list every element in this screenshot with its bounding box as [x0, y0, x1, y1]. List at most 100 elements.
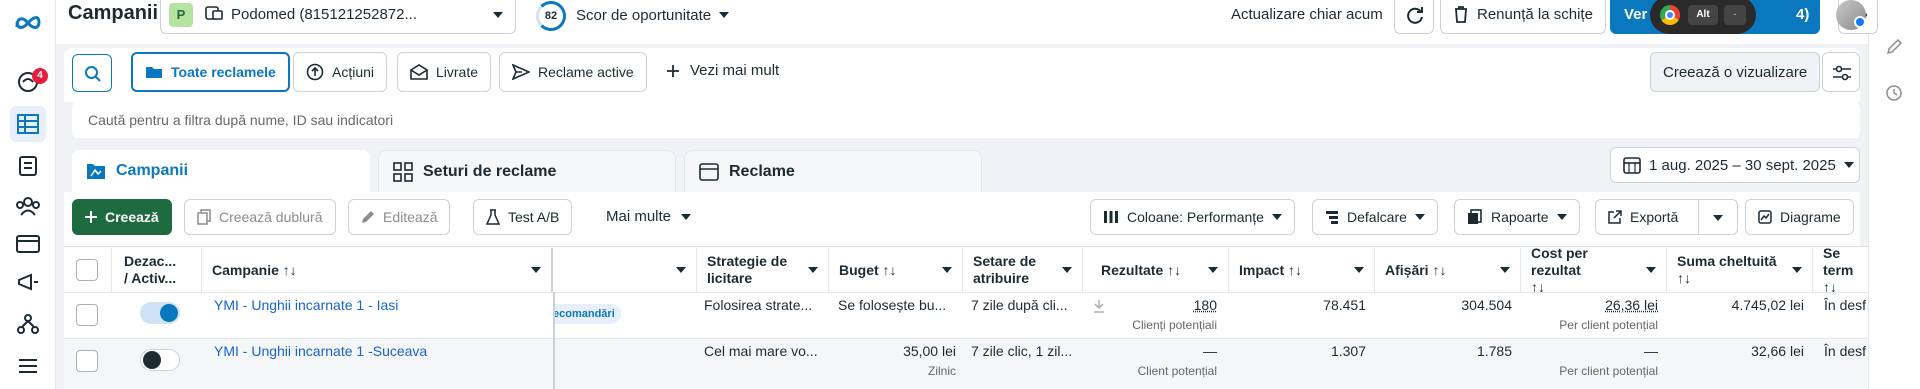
recommendations-badge[interactable]: ecomandări — [553, 304, 621, 324]
search-icon — [85, 66, 101, 82]
pencil-icon[interactable] — [1885, 38, 1903, 59]
column-header-impressions[interactable]: Afișări ↑↓ — [1375, 248, 1521, 292]
campaign-name-link[interactable]: YMI - Unghii incarnate 1 - Iasi — [214, 297, 544, 313]
create-view-button[interactable]: Creează o vizualizare — [1650, 52, 1821, 92]
refresh-icon — [1407, 7, 1423, 24]
create-view-label: Creează o vizualizare — [1663, 63, 1808, 81]
tab-campaigns-label: Campanii — [116, 162, 189, 179]
top-header: Campanii P Podomed (815121252872... 82 S… — [56, 0, 1878, 44]
create-button[interactable]: Creează — [72, 199, 172, 235]
tab-campaigns[interactable]: Campanii — [72, 150, 370, 192]
export-button[interactable]: Exportă — [1595, 199, 1699, 235]
more-actions-label: Mai multe — [606, 208, 672, 225]
column-header-impact[interactable]: Impact ↑↓ — [1229, 248, 1375, 292]
filter-active-ads-label: Reclame active — [538, 64, 634, 80]
column-header-cost-per-result[interactable]: Cost per rezultat ↑↓ — [1521, 245, 1667, 295]
date-range-picker[interactable]: 1 aug. 2025 – 30 sept. 2025 — [1610, 147, 1860, 183]
chevron-down-icon — [681, 213, 692, 220]
campaigns-table-icon[interactable] — [10, 106, 46, 142]
see-more-filters[interactable]: Vezi mai mult — [666, 62, 779, 79]
column-header-delivery[interactable] — [553, 248, 697, 292]
download-icon[interactable] — [1093, 299, 1105, 313]
chevron-down-icon[interactable] — [719, 12, 729, 18]
end-header-line2: ↑↓ — [1823, 278, 1837, 293]
more-actions-dropdown[interactable]: Mai multe — [606, 208, 692, 225]
audiences-icon[interactable] — [10, 188, 46, 224]
discard-drafts-button[interactable]: Renunță la schițe — [1440, 0, 1606, 34]
megaphone-icon[interactable] — [10, 264, 46, 300]
chevron-down-icon — [1414, 214, 1425, 220]
charts-button[interactable]: Diagrame — [1745, 199, 1854, 235]
billing-card-icon[interactable] — [10, 226, 46, 262]
reports-dropdown[interactable]: Rapoarte — [1454, 199, 1580, 235]
campaigns-folder-icon — [87, 164, 105, 179]
row-checkbox[interactable] — [76, 350, 98, 372]
edit-button[interactable]: Editează — [348, 199, 451, 235]
breakdown-dropdown[interactable]: Defalcare — [1312, 199, 1438, 235]
menu-icon[interactable] — [10, 348, 46, 384]
end-date-value: În desf — [1824, 343, 1867, 359]
duplicate-button[interactable]: Creează dublură — [184, 199, 336, 235]
search-input[interactable]: Caută pentru a filtra după nume, ID sau … — [72, 102, 1860, 138]
reports-icon — [1468, 209, 1482, 224]
plus-icon — [667, 64, 679, 77]
discard-drafts-label: Renunță la schițe — [1477, 5, 1593, 23]
chevron-down-icon — [1208, 267, 1218, 273]
filter-delivered-label: Livrate — [436, 64, 479, 80]
screen-overlay-pill[interactable]: Alt . — [1650, 0, 1756, 34]
calendar-icon — [1623, 157, 1641, 174]
filter-actions-label: Acțiuni — [332, 64, 375, 80]
pages-icon[interactable] — [10, 148, 46, 184]
filter-actions[interactable]: Acțiuni — [293, 52, 388, 92]
user-avatar[interactable] — [1836, 0, 1866, 30]
opportunity-score-gauge[interactable]: 82 — [536, 1, 566, 31]
ab-test-label: Test A/B — [508, 209, 560, 225]
notifications-icon[interactable]: 4 — [10, 64, 48, 100]
column-header-budget[interactable]: Buget ↑↓ — [829, 248, 963, 292]
export-options-button[interactable] — [1698, 199, 1738, 235]
campaign-name-link[interactable]: YMI - Unghii incarnate 1 -Suceava — [214, 343, 544, 359]
column-header-end[interactable]: Se term ↑↓ — [1813, 248, 1868, 292]
tab-ad-sets[interactable]: Seturi de reclame — [378, 150, 676, 192]
filter-settings-button[interactable] — [1822, 52, 1860, 92]
ab-test-button[interactable]: Test A/B — [473, 199, 573, 235]
strategy-header-line2: licitare — [707, 270, 753, 286]
column-header-toggle[interactable]: Dezac... / Activ... — [112, 248, 202, 292]
select-all-checkbox[interactable] — [76, 259, 98, 281]
search-button[interactable] — [72, 54, 112, 92]
row-checkbox[interactable] — [76, 304, 98, 326]
chevron-down-icon — [676, 267, 686, 273]
chart-icon — [1758, 210, 1772, 224]
left-navigation: 4 — [0, 0, 56, 389]
right-rail — [1868, 0, 1920, 389]
results-value[interactable]: 180 — [1110, 297, 1217, 313]
filter-active-ads[interactable]: Reclame active — [499, 52, 647, 92]
filter-delivered[interactable]: Livrate — [397, 52, 492, 92]
filter-all-ads[interactable]: Toate reclamele — [131, 52, 290, 92]
business-tools-icon[interactable] — [10, 306, 46, 342]
column-header-campaign[interactable]: Campanie ↑↓ — [202, 248, 553, 292]
column-header-attribution[interactable]: Setare de atribuire — [963, 248, 1083, 292]
campaign-toggle-on[interactable] — [140, 302, 180, 324]
refresh-button[interactable] — [1394, 0, 1434, 34]
notification-count-badge: 4 — [32, 68, 48, 84]
campaign-toggle-off[interactable] — [140, 349, 180, 371]
results-value: — — [1203, 343, 1217, 359]
account-selector[interactable]: P Podomed (815121252872... — [160, 0, 516, 34]
column-header-amount-spent[interactable]: Suma cheltuită ↑↓ — [1667, 248, 1813, 292]
opportunity-score-label[interactable]: Scor de oportunitate — [576, 7, 711, 24]
columns-label: Coloane: Performanțe — [1127, 209, 1264, 225]
duplicate-label: Creează dublură — [219, 209, 323, 225]
copy-icon — [197, 209, 211, 225]
account-type-icon — [205, 5, 223, 24]
toggle-header-line2: / Activ... — [124, 270, 177, 286]
cost-per-result-value[interactable]: 26,36 lei — [1530, 297, 1658, 313]
folder-icon — [146, 67, 162, 78]
tab-ads[interactable]: Reclame — [684, 150, 982, 192]
export-icon — [1608, 210, 1622, 224]
meta-logo-icon[interactable] — [10, 4, 46, 40]
column-header-results[interactable]: Rezultate ↑↓ — [1083, 248, 1229, 292]
history-icon[interactable] — [1885, 84, 1903, 105]
columns-dropdown[interactable]: Coloane: Performanțe — [1090, 199, 1295, 235]
column-header-bid-strategy[interactable]: Strategie de licitare — [697, 248, 829, 292]
